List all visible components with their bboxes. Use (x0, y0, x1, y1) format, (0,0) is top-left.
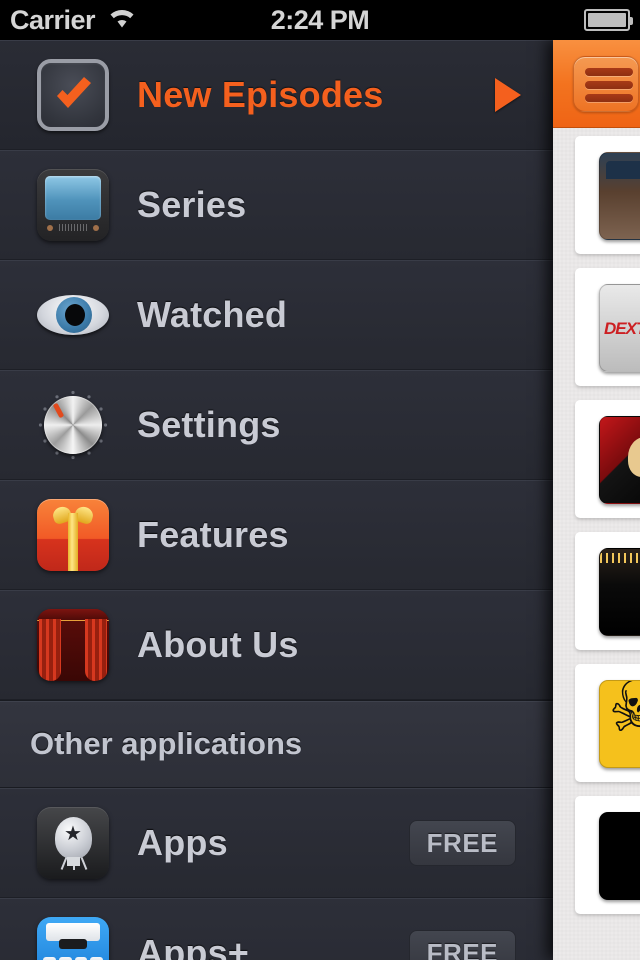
sidebar-item-label: Features (137, 513, 289, 555)
sidebar-item-label: Apps (137, 821, 228, 863)
episode-list[interactable] (553, 128, 640, 960)
sidebar-menu: New Episodes Series Watched Settings Fea… (0, 40, 553, 960)
sidebar-item-label: Series (137, 183, 247, 225)
sidebar-item-label: About Us (137, 623, 299, 665)
poster-thumbnail (599, 284, 640, 372)
free-badge[interactable]: FREE (408, 929, 516, 960)
poster-thumbnail (599, 548, 640, 636)
poster-thumbnail (599, 152, 640, 240)
balloon-star-icon: ★ (37, 806, 109, 879)
gift-box-icon (37, 498, 109, 571)
status-bar-center: 2:24 PM (0, 0, 640, 40)
poster-thumbnail (599, 812, 640, 900)
eye-icon (37, 279, 109, 351)
sidebar-item-about-us[interactable]: About Us (0, 590, 553, 700)
clock-label: 2:24 PM (270, 4, 370, 35)
sidebar-item-new-episodes[interactable]: New Episodes (0, 40, 553, 150)
sidebar-item-label: New Episodes (137, 73, 384, 115)
sidebar-item-label: Apps+ (137, 931, 250, 960)
list-item[interactable] (575, 400, 640, 518)
section-header-label: Other applications (30, 726, 303, 761)
content-panel[interactable] (553, 40, 640, 960)
typewriter-key: Q (43, 956, 56, 960)
sidebar-item-features[interactable]: Features (0, 480, 553, 590)
status-bar-right (584, 0, 633, 40)
television-icon (37, 168, 109, 241)
app-screen: Carrier 2:24 PM New Episodes Series Watc… (0, 0, 640, 960)
status-bar: Carrier 2:24 PM (0, 0, 640, 40)
list-item[interactable] (575, 664, 640, 782)
free-badge[interactable]: FREE (408, 819, 516, 866)
hamburger-menu-icon[interactable] (573, 56, 639, 112)
list-item[interactable] (575, 136, 640, 254)
list-item[interactable] (575, 268, 640, 386)
battery-icon (584, 9, 633, 31)
sidebar-item-label: Watched (137, 293, 288, 335)
typewriter-key: E (74, 956, 88, 960)
theater-curtain-icon (37, 608, 109, 681)
typewriter-key: W (58, 956, 72, 960)
section-header-other-applications: Other applications (0, 700, 553, 788)
poster-thumbnail (599, 680, 640, 768)
sidebar-item-series[interactable]: Series (0, 150, 553, 260)
list-item[interactable] (575, 532, 640, 650)
checkmark-circle-icon (37, 58, 109, 131)
poster-thumbnail (599, 416, 640, 504)
list-item[interactable] (575, 796, 640, 914)
sidebar-item-apps[interactable]: ★ Apps FREE (0, 788, 553, 898)
typewriter-key: R (90, 956, 103, 960)
sidebar-item-watched[interactable]: Watched (0, 260, 553, 370)
sidebar-item-label: Settings (137, 403, 281, 445)
dial-knob-icon (37, 389, 109, 461)
typewriter-icon: Q W E R (37, 916, 109, 960)
navigation-bar (553, 40, 640, 128)
sidebar-item-settings[interactable]: Settings (0, 370, 553, 480)
play-arrow-icon (495, 77, 521, 112)
sidebar-item-apps-plus[interactable]: Q W E R Apps+ FREE (0, 898, 553, 960)
